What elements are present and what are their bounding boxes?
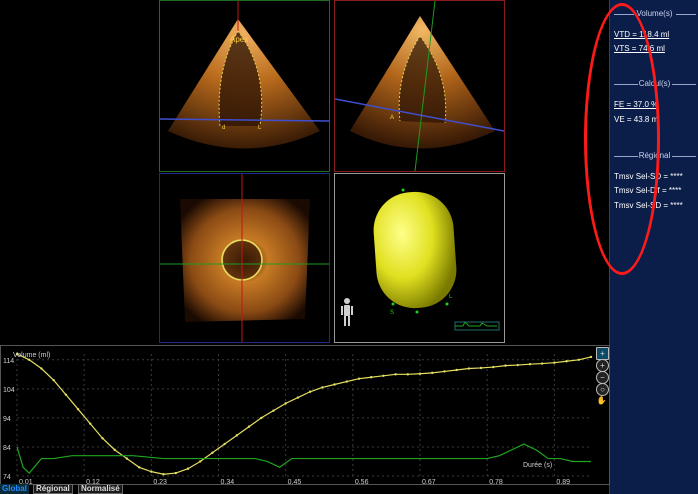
tab-normalise[interactable]: Normalisé	[78, 484, 123, 494]
volume-point	[186, 467, 190, 470]
pan-hand-icon[interactable]: ✋	[596, 395, 607, 406]
3d-volume-render: S L	[341, 188, 500, 331]
volume-point	[101, 437, 104, 440]
x-tick-label: 0.78	[489, 479, 503, 484]
zoom-reset-icon[interactable]: ○	[596, 383, 609, 396]
marker-d: d	[222, 125, 225, 131]
y-tick-label: 74	[3, 474, 11, 481]
volume-point	[492, 365, 495, 369]
tab-regional[interactable]: Régional	[33, 484, 73, 494]
volume-point	[137, 466, 141, 469]
x-tick-label: 0.67	[422, 479, 436, 484]
volume-point	[357, 377, 361, 380]
volume-point	[113, 448, 116, 452]
volume-curve-graph[interactable]: 0.01 0.12 0.23 0.34 0.45 0.56 0.67 0.78 0.89 114 1…	[0, 345, 610, 486]
volume-point	[89, 422, 92, 425]
volume-point	[52, 378, 55, 382]
volume-point	[504, 364, 507, 367]
volume-point	[174, 471, 177, 475]
volume-point	[382, 374, 385, 377]
view-apical-4ch[interactable]: d L Apex	[159, 0, 330, 172]
volume-point	[369, 376, 373, 379]
y-tick-label: 84	[3, 445, 11, 452]
x-tick-label: 0.34	[221, 479, 235, 484]
volume-point	[540, 362, 544, 365]
echo-image-apical-4ch: d L	[160, 1, 329, 149]
chart-title: Volume (ml)	[13, 352, 51, 359]
volume-point	[321, 386, 324, 389]
tab-global[interactable]: Global	[0, 484, 29, 494]
x-tick-label: 0.23	[153, 479, 167, 484]
volume-point	[516, 363, 519, 367]
y-tick-label: 94	[3, 416, 11, 423]
x-axis-label: Durée (s)	[523, 462, 553, 469]
volume-point	[565, 360, 568, 363]
view-apical-2ch[interactable]: A	[334, 0, 505, 172]
x-tick-label: 0.56	[355, 479, 369, 484]
volume-point	[553, 361, 556, 364]
volume-point	[455, 368, 458, 372]
human-figure-icon	[341, 298, 353, 326]
volume-point	[162, 473, 165, 476]
marker-a: A	[390, 115, 394, 121]
volume-point	[223, 442, 226, 446]
volume-point	[64, 393, 68, 396]
red-annotation-circle	[584, 3, 660, 275]
volume-point	[235, 434, 239, 437]
volume-point	[272, 409, 275, 412]
volume-point	[394, 373, 397, 376]
volume-point	[125, 457, 129, 460]
volume-point	[345, 380, 348, 383]
marker-l-3d: L	[449, 294, 453, 300]
x-tick-label: 0.89	[556, 479, 570, 484]
view-short-axis[interactable]	[159, 173, 330, 343]
volume-point	[76, 407, 80, 411]
volume-point	[479, 366, 483, 370]
volume-point	[467, 367, 471, 370]
volume-point	[577, 358, 580, 362]
volume-point	[406, 373, 410, 376]
volume-point	[211, 451, 214, 454]
echo-image-apical-2ch: A	[335, 1, 504, 171]
volume-point	[589, 355, 593, 359]
ecg-trace-line	[16, 443, 591, 474]
x-tick-label: 0.45	[288, 479, 302, 484]
volume-chart-svg: 0.01 0.12 0.23 0.34 0.45 0.56 0.67 0.78 0.891141…	[3, 352, 593, 486]
view-3d-volume[interactable]: S L	[334, 173, 505, 343]
volume-point	[260, 416, 263, 420]
volume-point	[528, 362, 532, 366]
volume-point	[431, 371, 434, 375]
volume-point	[284, 402, 287, 405]
apex-label: Apex	[230, 35, 249, 44]
volume-point	[296, 396, 300, 399]
volume-point	[150, 470, 153, 473]
volume-point	[443, 370, 446, 373]
volume-point	[308, 390, 312, 393]
graph-toolbar: + + − ○ ✋	[595, 346, 609, 408]
y-tick-label: 104	[3, 387, 15, 394]
volume-point	[418, 372, 422, 375]
volume-point	[247, 425, 251, 428]
volume-point	[198, 460, 202, 463]
volume-point	[333, 383, 336, 386]
marker-s: S	[390, 310, 394, 316]
echo-image-short-axis	[160, 174, 329, 342]
volume-point	[40, 367, 43, 370]
